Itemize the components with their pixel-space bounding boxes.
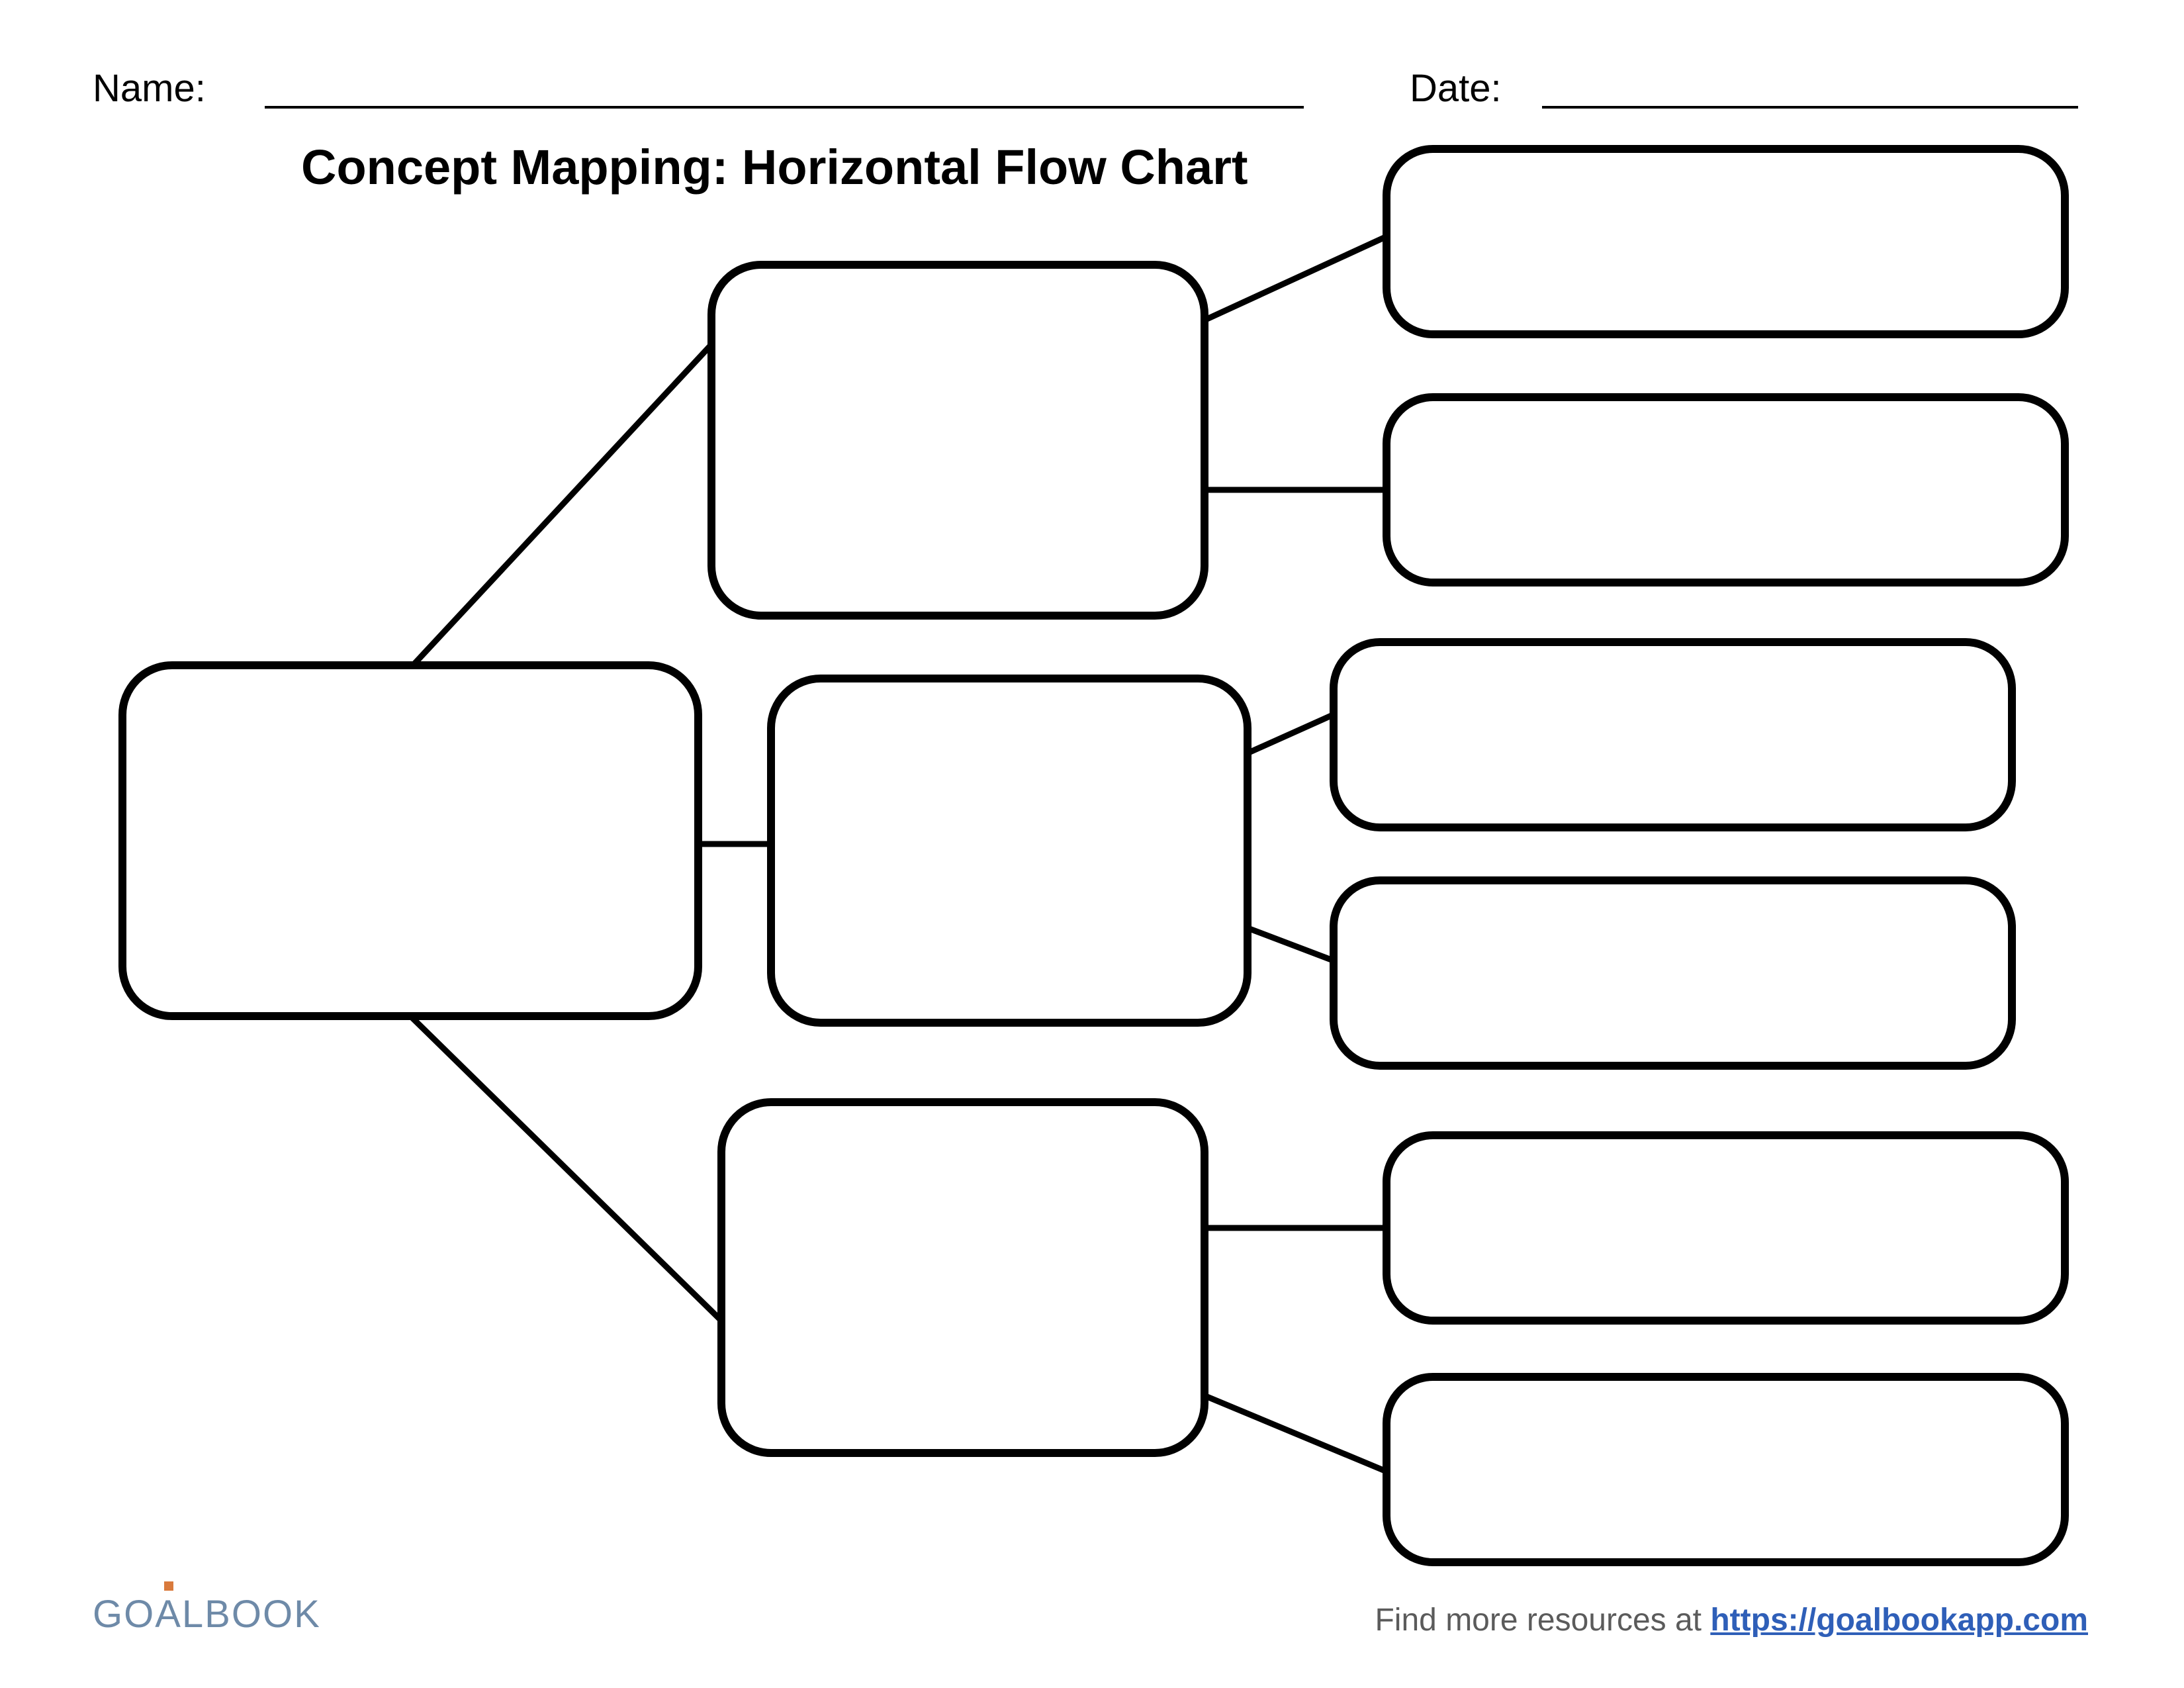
connector-root-mid3	[404, 1009, 725, 1324]
logo-part1: GO	[93, 1593, 155, 1636]
footer-link[interactable]: https://goalbookapp.com	[1710, 1603, 2088, 1638]
connector-mid2-leaf3	[1244, 712, 1340, 755]
connector-root-mid1	[404, 341, 715, 675]
leaf-box-3[interactable]	[1334, 642, 2012, 827]
leaf-box-1[interactable]	[1387, 149, 2065, 334]
connector-mid2-leaf4	[1244, 927, 1340, 963]
mid-box-2[interactable]	[771, 679, 1248, 1023]
logo-accent: A	[155, 1592, 182, 1636]
leaf-box-5[interactable]	[1387, 1135, 2065, 1321]
leaf-box-4[interactable]	[1334, 880, 2012, 1066]
leaf-box-2[interactable]	[1387, 397, 2065, 583]
footer: Find more resources at https://goalbooka…	[1375, 1602, 2088, 1638]
flow-chart-diagram	[0, 0, 2184, 1688]
worksheet-page: Name: Date: Concept Mapping: Horizontal …	[0, 0, 2184, 1688]
root-box[interactable]	[122, 665, 698, 1016]
leaf-box-6[interactable]	[1387, 1377, 2065, 1562]
mid-box-1[interactable]	[711, 265, 1205, 616]
logo-part2: LBOOK	[182, 1593, 321, 1636]
goalbook-logo: GOALBOOK	[93, 1592, 321, 1636]
mid-box-3[interactable]	[721, 1102, 1205, 1453]
footer-lead: Find more resources at	[1375, 1603, 1710, 1638]
